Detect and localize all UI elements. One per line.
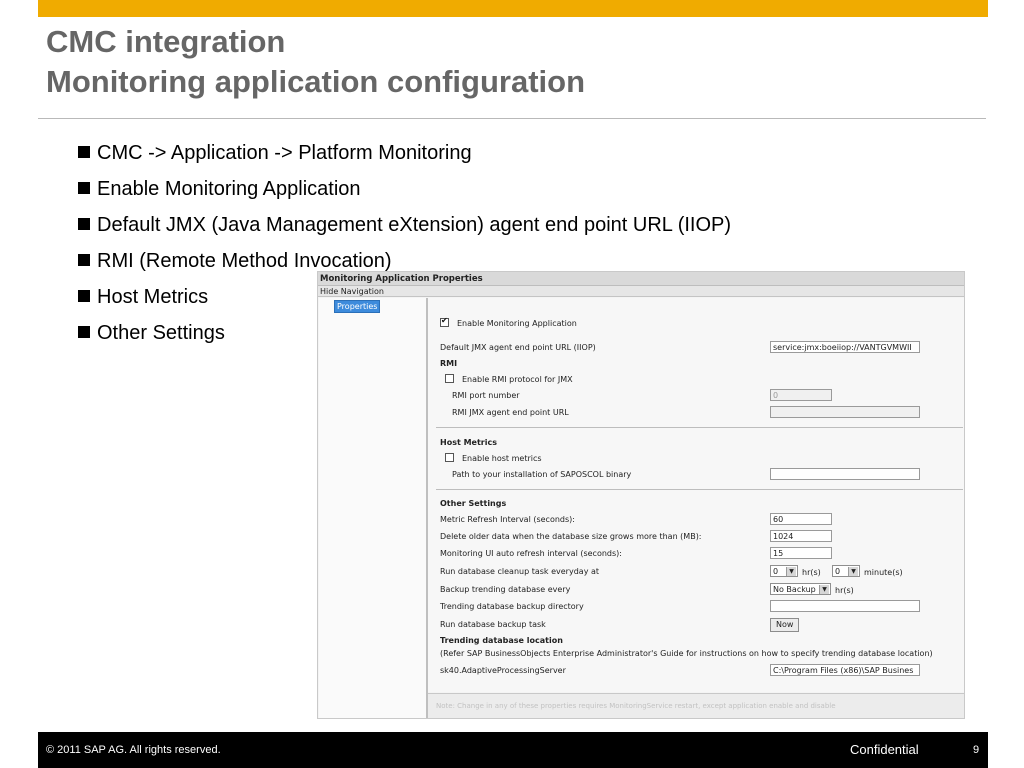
enable-monitoring-label: Enable Monitoring Application: [457, 319, 577, 328]
bullet-text: CMC -> Application -> Platform Monitorin…: [97, 142, 472, 164]
processing-server-label: sk40.AdaptiveProcessingServer: [440, 666, 566, 675]
minute-unit-label: minute(s): [864, 568, 903, 577]
backup-task-label: Run database backup task: [440, 620, 546, 629]
bullet-text: Other Settings: [97, 322, 225, 344]
dropdown-arrow-icon: ▼: [848, 567, 858, 576]
cleanup-task-label: Run database cleanup task everyday at: [440, 567, 600, 576]
page-number: 9: [973, 744, 980, 756]
dropdown-arrow-icon: ▼: [819, 585, 829, 594]
rmi-url-field[interactable]: [770, 406, 920, 418]
delete-older-label: Delete older data when the database size…: [440, 532, 702, 541]
cleanup-minute-value: 0: [835, 567, 841, 576]
enable-host-metrics-checkbox[interactable]: [445, 453, 454, 462]
rmi-port-label: RMI port number: [452, 391, 520, 400]
cleanup-hour-value: 0: [773, 567, 779, 576]
trending-location-header: Trending database location: [440, 636, 563, 645]
trending-location-field[interactable]: C:\Program Files (x86)\SAP Busines: [770, 664, 920, 676]
rmi-port-field[interactable]: 0: [770, 389, 832, 401]
confidential-label: Confidential: [850, 742, 919, 757]
backup-unit-label: hr(s): [835, 586, 854, 595]
backup-directory-label: Trending database backup directory: [440, 602, 584, 611]
now-button[interactable]: Now: [770, 618, 800, 632]
square-bullet-icon: [78, 290, 90, 302]
slide-title-line-2: Monitoring application configuration: [46, 64, 586, 99]
cleanup-minute-select[interactable]: 0 ▼: [832, 565, 860, 577]
other-settings-header: Other Settings: [440, 499, 507, 508]
square-bullet-icon: [78, 146, 90, 158]
enable-monitoring-row: Enable Monitoring Application: [440, 316, 577, 328]
enable-rmi-checkbox[interactable]: [445, 374, 454, 383]
hide-navigation-link[interactable]: Hide Navigation: [318, 286, 964, 297]
rmi-url-label: RMI JMX agent end point URL: [452, 408, 569, 417]
rmi-header: RMI: [440, 359, 458, 368]
hour-unit-label: hr(s): [802, 568, 821, 577]
square-bullet-icon: [78, 326, 90, 338]
bullet-text: Enable Monitoring Application: [97, 178, 361, 200]
metric-refresh-field[interactable]: 60: [770, 513, 832, 525]
host-metrics-header: Host Metrics: [440, 438, 497, 447]
ui-refresh-label: Monitoring UI auto refresh interval (sec…: [440, 549, 622, 558]
trending-location-note: (Refer SAP BusinessObjects Enterprise Ad…: [440, 649, 933, 658]
properties-form: Enable Monitoring Application Default JM…: [428, 298, 964, 692]
saposcol-path-label: Path to your installation of SAPOSCOL bi…: [452, 470, 632, 479]
bullet-text: Default JMX (Java Management eXtension) …: [97, 214, 732, 236]
properties-tab[interactable]: Properties: [334, 300, 381, 313]
square-bullet-icon: [78, 182, 90, 194]
enable-host-metrics-row: Enable host metrics: [445, 453, 542, 463]
section-divider: [436, 489, 963, 490]
jmx-url-label: Default JMX agent end point URL (IIOP): [440, 343, 596, 352]
restart-note: Note: Change in any of these properties …: [428, 693, 964, 718]
cleanup-hour-select[interactable]: 0 ▼: [770, 565, 798, 577]
enable-rmi-label: Enable RMI protocol for JMX: [462, 375, 573, 384]
bullet-item: CMC -> Application -> Platform Monitorin…: [78, 135, 731, 171]
enable-rmi-row: Enable RMI protocol for JMX: [445, 374, 573, 384]
saposcol-path-field[interactable]: [770, 468, 920, 480]
section-divider: [436, 427, 963, 428]
enable-monitoring-checkbox[interactable]: [440, 316, 449, 327]
window-title: Monitoring Application Properties: [318, 272, 964, 286]
delete-older-field[interactable]: 1024: [770, 530, 832, 542]
monitoring-properties-screenshot: Monitoring Application Properties Hide N…: [317, 271, 965, 719]
square-bullet-icon: [78, 254, 90, 266]
backup-directory-field[interactable]: [770, 600, 920, 612]
square-bullet-icon: [78, 218, 90, 230]
ui-refresh-field[interactable]: 15: [770, 547, 832, 559]
footer-bar: © 2011 SAP AG. All rights reserved. Conf…: [38, 732, 988, 768]
bullet-text: RMI (Remote Method Invocation): [97, 250, 392, 272]
top-accent-bar: [38, 0, 988, 17]
title-divider: [38, 118, 986, 119]
jmx-url-field[interactable]: service:jmx:boeiiop://VANTGVMWII: [770, 341, 920, 353]
navigation-sidebar: Properties: [319, 298, 427, 718]
bullet-item: Enable Monitoring Application: [78, 171, 731, 207]
enable-host-metrics-label: Enable host metrics: [462, 454, 542, 463]
copyright-text: © 2011 SAP AG. All rights reserved.: [46, 744, 221, 756]
metric-refresh-label: Metric Refresh Interval (seconds):: [440, 515, 575, 524]
bullet-text: Host Metrics: [97, 286, 209, 308]
backup-every-label: Backup trending database every: [440, 585, 571, 594]
dropdown-arrow-icon: ▼: [786, 567, 796, 576]
slide-title: CMC integration Monitoring application c…: [46, 22, 585, 102]
backup-interval-select[interactable]: No Backup ▼: [770, 583, 831, 595]
slide-title-line-1: CMC integration: [46, 24, 286, 59]
bullet-item: Default JMX (Java Management eXtension) …: [78, 207, 731, 243]
backup-interval-value: No Backup: [773, 585, 816, 594]
